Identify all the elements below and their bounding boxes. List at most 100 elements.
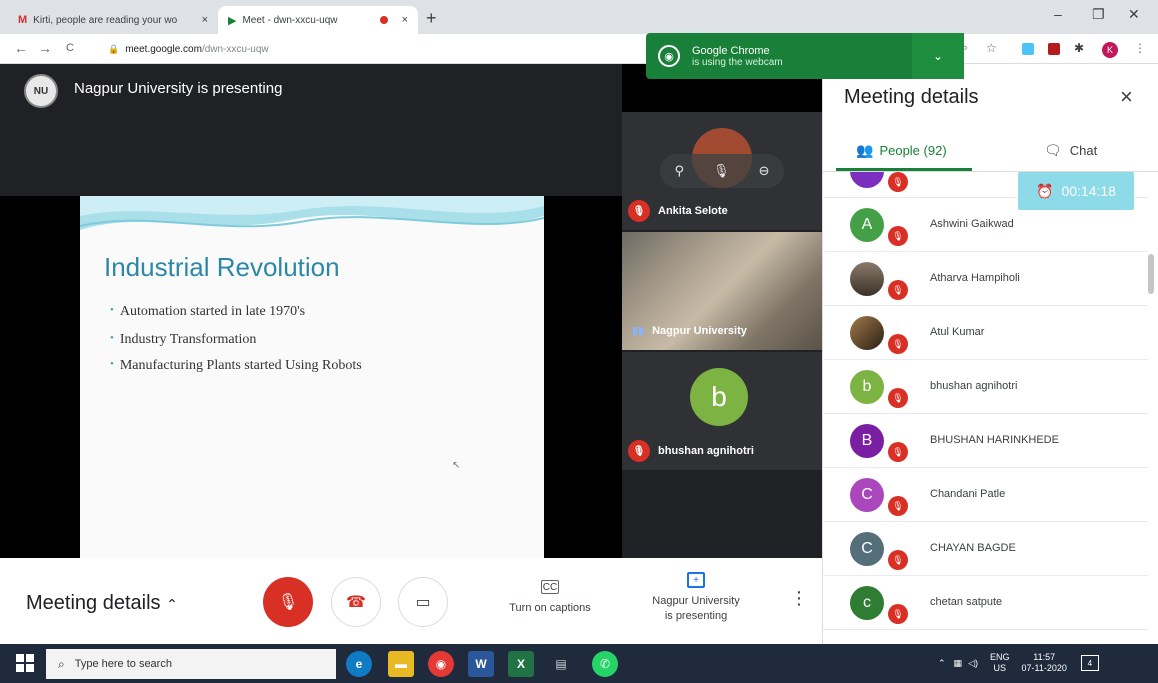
webcam-popup-subtitle: is using the webcam	[692, 56, 783, 68]
participant-name: Ashwini Gaikwad	[930, 218, 1014, 230]
list-item[interactable]: c 🎙 chetan satpute	[822, 576, 1148, 630]
mic-off-icon: 🎙	[628, 440, 650, 462]
tab-chat[interactable]: 🗨 Chat	[1044, 142, 1097, 159]
close-window-button[interactable]: ✕	[1128, 6, 1140, 23]
slide-heading: Industrial Revolution	[104, 252, 340, 282]
presenter-label: Nagpur University is presenting	[74, 80, 283, 97]
list-item[interactable]: b 🎙 bhushan agnihotri	[822, 360, 1148, 414]
avatar	[850, 172, 884, 188]
university-logo: NU	[24, 74, 58, 108]
chat-icon: 🗨	[1044, 142, 1062, 158]
present-screen-icon: +	[687, 572, 705, 588]
mic-off-icon: 🎙	[888, 226, 908, 246]
meeting-timer: ⏰ 00:14:18	[1018, 172, 1134, 210]
url-path: /dwn-xxcu-uqw	[201, 43, 269, 55]
browser-menu-icon[interactable]: ⋮	[1134, 41, 1146, 55]
mic-off-icon: 🎙	[888, 550, 908, 570]
system-tray: ⌃ ▦ ◁) ENG US 11:57 07-11-2020 4	[938, 652, 1099, 674]
captions-label: Turn on captions	[509, 602, 591, 614]
restore-button[interactable]: ❐	[1092, 6, 1105, 23]
minimize-button[interactable]: –	[1054, 6, 1062, 22]
panel-title: Meeting details	[844, 86, 979, 108]
pin-icon[interactable]: ⚲	[675, 163, 685, 179]
language-indicator[interactable]: ENG US	[990, 652, 1010, 674]
forward-button[interactable]: →	[38, 40, 52, 56]
tab-close-icon[interactable]: ×	[202, 14, 208, 26]
mic-off-icon: 🎙	[888, 172, 908, 192]
tab-people[interactable]: 👥 People (92)	[856, 142, 947, 159]
tab-title: Meet - dwn-xxcu-uqw	[242, 14, 338, 26]
more-options-icon[interactable]: ⋮	[790, 588, 808, 609]
avatar	[850, 262, 884, 296]
mic-off-icon: 🎙	[888, 280, 908, 300]
list-item[interactable]: 🎙 Atharva Hampiholi	[822, 252, 1148, 306]
avatar: C	[850, 478, 884, 512]
people-icon: 👥	[856, 142, 874, 158]
leave-call-button[interactable]: ☎	[331, 577, 381, 627]
slide-bullet: • Manufacturing Plants started Using Robo…	[110, 358, 362, 373]
camera-toggle-button[interactable]: ▭	[398, 577, 448, 627]
captions-button[interactable]: CC Turn on captions	[500, 580, 600, 614]
avatar: b	[690, 368, 748, 426]
remove-participant-icon[interactable]: ⊖	[759, 163, 770, 179]
webcam-in-use-popup: ◉ Google Chrome is using the webcam ⌄	[646, 33, 964, 79]
microphone-toggle-button[interactable]: 🎙	[263, 577, 313, 627]
mouse-cursor-icon: ↖	[452, 460, 461, 471]
captions-icon: CC	[541, 580, 559, 594]
file-explorer-icon[interactable]: ▬	[388, 651, 414, 677]
participant-list-scrollbar[interactable]	[1148, 254, 1154, 294]
pdf-extension-icon[interactable]	[1048, 43, 1060, 55]
taskbar-clock[interactable]: 11:57 07-11-2020	[1022, 652, 1067, 674]
taskbar-search-input[interactable]: ⌕ Type here to search	[46, 649, 336, 679]
back-button[interactable]: ←	[14, 40, 28, 56]
tile-hover-controls: ⚲ 🎙 ⊖	[660, 154, 784, 188]
network-icon[interactable]: ▦	[954, 658, 963, 669]
chrome-icon[interactable]: ◉	[428, 651, 454, 677]
windows-start-icon[interactable]	[16, 654, 34, 672]
webcam-popup-title: Google Chrome	[692, 44, 770, 57]
extensions-puzzle-icon[interactable]: ✱	[1074, 41, 1084, 55]
list-item[interactable]: C 🎙 Chandani Patle	[822, 468, 1148, 522]
hang-up-icon: ☎	[346, 594, 366, 611]
list-item[interactable]: 🎙 Atul Kumar	[822, 306, 1148, 360]
participant-name: bhushan agnihotri	[930, 380, 1018, 392]
extension-icon[interactable]	[1022, 43, 1034, 55]
new-tab-button[interactable]: +	[426, 8, 437, 29]
edge-icon[interactable]: e	[346, 651, 372, 677]
volume-icon[interactable]: ◁)	[968, 658, 978, 669]
webcam-popup-chevron-icon[interactable]: ⌄	[912, 33, 964, 79]
mic-off-icon: 🎙	[277, 594, 299, 611]
tab-close-icon[interactable]: ×	[402, 14, 408, 26]
participant-name: CHAYAN BAGDE	[930, 542, 1016, 554]
participant-name: Atul Kumar	[930, 326, 985, 338]
slide-bullet: • Industry Transformation	[110, 332, 257, 347]
mute-participant-icon[interactable]: 🎙	[713, 163, 730, 179]
panel-close-icon[interactable]: ×	[1120, 84, 1133, 110]
presenting-button[interactable]: + Nagpur University is presenting	[636, 572, 756, 624]
participant-name: Chandani Patle	[930, 488, 1006, 500]
profile-avatar[interactable]: K	[1102, 42, 1118, 58]
reload-button[interactable]: C	[66, 42, 74, 54]
calculator-icon[interactable]: ▤	[548, 651, 574, 677]
tile-name-label: 🎙 bhushan agnihotri	[628, 440, 754, 462]
chevron-up-icon: ⌃	[166, 596, 178, 612]
address-bar[interactable]: 🔒 meet.google.com/dwn-xxcu-uqw	[98, 38, 658, 60]
browser-tab-gmail[interactable]: M Kirti, people are reading your wo ×	[8, 6, 218, 34]
participant-name: Atharva Hampiholi	[930, 272, 1020, 284]
notification-center-icon[interactable]: 4	[1080, 655, 1099, 671]
mic-off-icon: 🎙	[888, 334, 908, 354]
camera-icon: ▭	[415, 594, 431, 611]
word-icon[interactable]: W	[468, 651, 494, 677]
browser-tab-meet[interactable]: ▶ Meet - dwn-xxcu-uqw ×	[218, 6, 418, 34]
whatsapp-icon[interactable]: ✆	[592, 651, 618, 677]
meeting-details-toggle[interactable]: Meeting details ⌃	[26, 592, 178, 615]
mic-off-icon: 🎙	[888, 388, 908, 408]
excel-icon[interactable]: X	[508, 651, 534, 677]
list-item[interactable]: C 🎙 CHAYAN BAGDE	[822, 522, 1148, 576]
speaking-indicator-icon: ▮▮	[632, 325, 645, 337]
avatar: B	[850, 424, 884, 458]
avatar: A	[850, 208, 884, 242]
list-item[interactable]: B 🎙 BHUSHAN HARINKHEDE	[822, 414, 1148, 468]
bookmark-star-icon[interactable]: ☆	[986, 41, 997, 55]
tray-chevron-icon[interactable]: ⌃	[938, 658, 946, 669]
